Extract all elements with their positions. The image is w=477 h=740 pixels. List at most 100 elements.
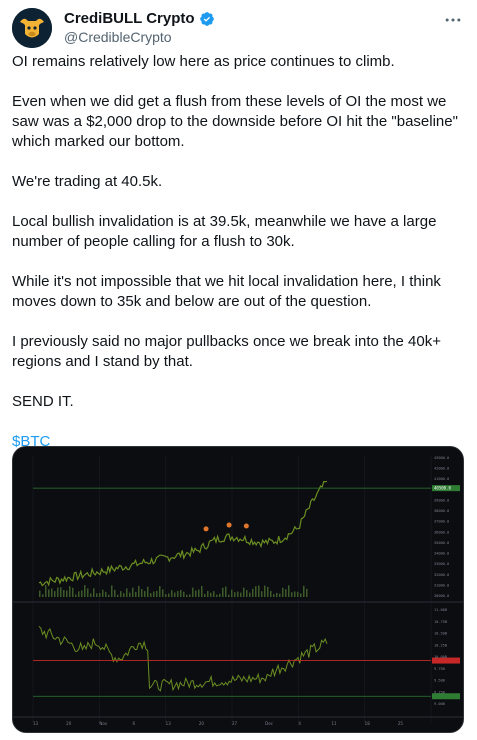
tweet-card: CrediBULL Crypto @CredibleCrypto OI rema… (0, 0, 477, 740)
volume-bar (84, 585, 86, 597)
tweet-paragraph: SEND IT. (12, 393, 74, 410)
price-mark (243, 523, 249, 529)
volume-bar (297, 591, 299, 597)
volume-bar (237, 591, 239, 597)
volume-bar (207, 590, 209, 597)
volume-bar (90, 593, 92, 597)
oi-tick-label: 10.00B (434, 655, 447, 659)
volume-bar (39, 590, 41, 597)
volume-bar (285, 589, 287, 597)
volume-bar (204, 593, 206, 597)
volume-bar (267, 586, 269, 597)
volume-bar (288, 585, 290, 597)
volume-bar (231, 589, 233, 597)
price-tick-label: 36000.0 (434, 530, 449, 534)
oi-tick-label: 9.25B (434, 690, 445, 694)
price-tick-label: 34000.0 (434, 552, 449, 556)
volume-bar (60, 587, 62, 597)
price-tick-label: 35000.0 (434, 541, 449, 545)
price-mark (226, 522, 232, 528)
volume-bar (72, 587, 74, 597)
volume-bar (129, 592, 131, 597)
volume-bar (81, 590, 83, 597)
volume-bar (117, 594, 119, 597)
volume-bar (54, 591, 56, 597)
volume-bar (234, 592, 236, 597)
price-tick-label: 38000.0 (434, 509, 449, 513)
volume-bar (57, 587, 59, 597)
bull-avatar-icon[interactable] (12, 8, 52, 48)
volume-bar (216, 594, 218, 597)
volume-bar (174, 592, 176, 597)
price-tick-label: 32000.0 (434, 573, 449, 577)
volume-bar (273, 594, 275, 597)
volume-bar (306, 588, 308, 597)
volume-bar (279, 593, 281, 597)
author-name[interactable]: CrediBULL Crypto (64, 10, 195, 28)
oi-tick-label: 10.25B (434, 643, 447, 647)
volume-bar (42, 594, 44, 597)
volume-bar (246, 590, 248, 597)
volume-bar (186, 594, 188, 597)
x-tick-label: 20 (199, 721, 205, 726)
volume-bar (228, 594, 230, 597)
chart-image[interactable]: 43000.042000.041000.040000.039000.038000… (12, 446, 464, 733)
volume-bar (63, 589, 65, 597)
price-tick-label: 37000.0 (434, 520, 449, 524)
x-tick-label: Nov (99, 721, 107, 726)
tweet-paragraph: OI remains relatively low here as price … (12, 53, 395, 70)
more-options-icon[interactable] (441, 10, 465, 30)
oi-tick-label: 9.75B (434, 667, 445, 671)
volume-bar (165, 594, 167, 597)
volume-bar (258, 585, 260, 597)
price-tick-label: 33000.0 (434, 562, 449, 566)
volume-bar (225, 586, 227, 597)
volume-bar (300, 593, 302, 597)
volume-bar (153, 591, 155, 597)
volume-bar (219, 593, 221, 597)
volume-bar (141, 589, 143, 597)
volume-bar (210, 592, 212, 597)
x-tick-label: 20 (66, 721, 72, 726)
x-tick-label: 18 (365, 721, 371, 726)
volume-bar (87, 588, 89, 597)
volume-bar (99, 592, 101, 597)
volume-bar (69, 586, 71, 597)
volume-bar (276, 592, 278, 597)
volume-bar (144, 591, 146, 597)
tweet-paragraph: While it's not impossible that we hit lo… (12, 273, 446, 310)
volume-bar (264, 585, 266, 597)
volume-bar (252, 588, 254, 597)
volume-bar (102, 589, 104, 597)
price-tick-label: 42000.0 (434, 467, 449, 471)
volume-bar (126, 588, 128, 597)
volume-bar (135, 591, 137, 597)
volume-bar (45, 585, 47, 597)
volume-bar (147, 586, 149, 597)
price-tick-label: 39000.0 (434, 498, 449, 502)
volume-bar (192, 587, 194, 597)
volume-bar (132, 587, 134, 597)
tweet-paragraph: Local bullish invalidation is at 39.5k, … (12, 213, 441, 250)
volume-bar (168, 593, 170, 597)
volume-bar (75, 594, 77, 597)
volume-bar (213, 591, 215, 597)
volume-bar (222, 587, 224, 597)
volume-bar (249, 592, 251, 597)
volume-bar (261, 591, 263, 597)
tweet-paragraph: We're trading at 40.5k. (12, 173, 163, 190)
volume-bar (156, 590, 158, 597)
price-tick-label: 30000.0 (434, 594, 449, 598)
volume-bar (66, 590, 68, 597)
chart-svg: 43000.042000.041000.040000.039000.038000… (13, 447, 463, 732)
chart-background (13, 447, 463, 732)
volume-bar (48, 589, 50, 597)
oi-tick-label: 9.50B (434, 679, 445, 683)
oi-tick-label: 10.50B (434, 632, 447, 636)
volume-bar (111, 585, 113, 597)
oi-tick-label: 10.75B (434, 620, 447, 624)
author-handle[interactable]: @CredibleCrypto (64, 28, 172, 46)
volume-bar (189, 594, 191, 597)
volume-bar (201, 585, 203, 597)
price-mark (203, 526, 209, 532)
